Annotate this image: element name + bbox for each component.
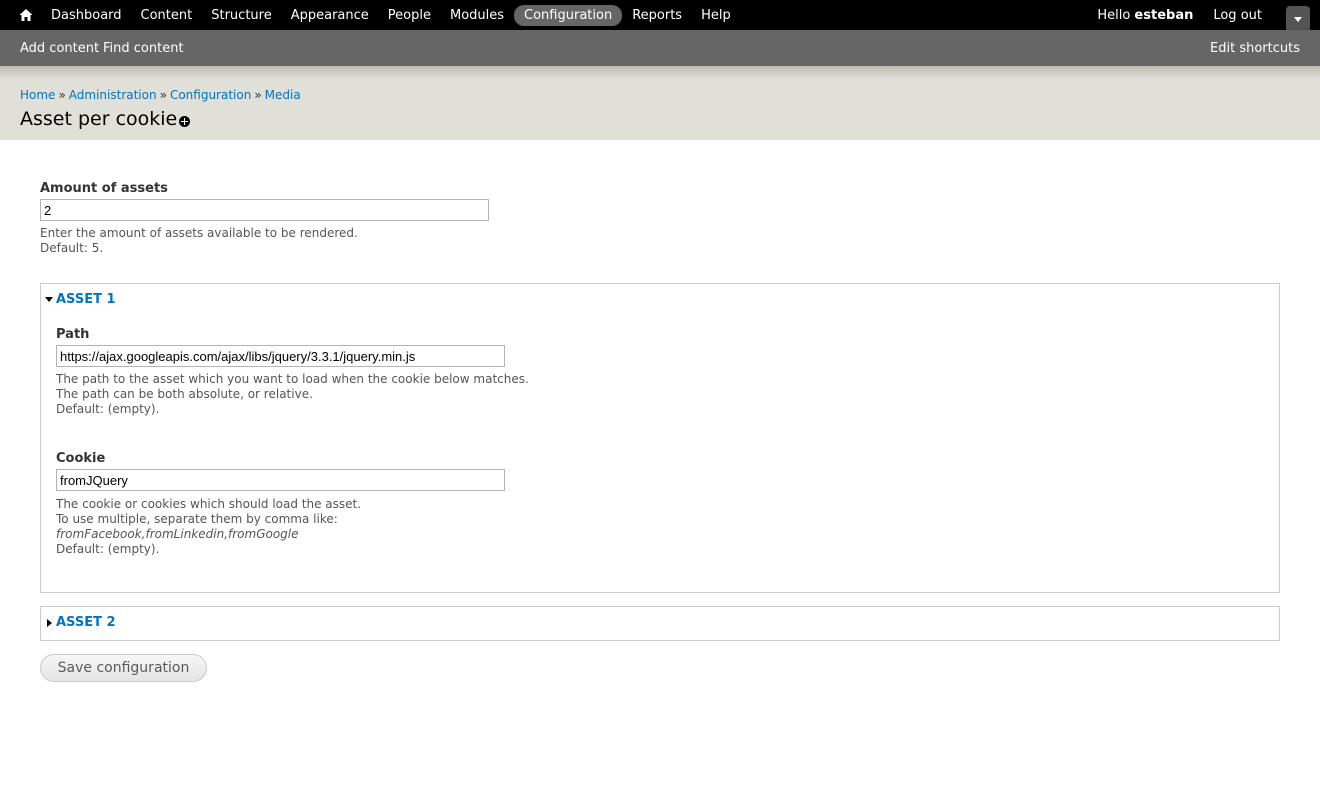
amount-description: Enter the amount of assets available to … — [40, 226, 358, 256]
username[interactable]: esteban — [1134, 8, 1193, 23]
toolbar-item-structure[interactable]: Structure — [202, 5, 280, 26]
user-greeting: Hello esteban — [1097, 8, 1193, 23]
path-description-line: The path can be both absolute, or relati… — [56, 387, 313, 401]
path-input[interactable] — [56, 345, 505, 367]
cookie-label: Cookie — [56, 451, 106, 466]
breadcrumb-separator: » — [254, 88, 262, 102]
breadcrumb-home[interactable]: Home — [20, 88, 55, 102]
breadcrumb-separator: » — [159, 88, 167, 102]
path-label: Path — [56, 327, 90, 342]
breadcrumb: Home» Administration» Configuration» Media — [20, 88, 301, 102]
toolbar-user: Hello esteban Log out — [1097, 0, 1262, 30]
admin-toolbar: Dashboard Content Structure Appearance P… — [0, 0, 1320, 30]
asset-1-title[interactable]: Asset 1 — [56, 292, 116, 307]
toolbar-menu: Dashboard Content Structure Appearance P… — [42, 0, 741, 30]
save-configuration-button[interactable]: Save configuration — [40, 654, 207, 682]
asset-1-fieldset: Asset 1 Path The path to the asset which… — [40, 283, 1280, 593]
path-description-line: The path to the asset which you want to … — [56, 372, 529, 386]
toolbar-item-appearance[interactable]: Appearance — [282, 5, 378, 26]
toolbar-item-configuration[interactable]: Configuration — [514, 4, 623, 26]
page-title: Asset per cookie — [20, 108, 178, 130]
amount-label: Amount of assets — [40, 181, 168, 196]
caret-right-icon — [47, 618, 52, 627]
cookie-default: Default: (empty). — [56, 542, 160, 556]
cookie-description: The cookie or cookies which should load … — [56, 497, 361, 557]
toolbar-item-reports[interactable]: Reports — [623, 5, 691, 26]
asset-2-legend[interactable]: Asset 2 — [45, 615, 116, 630]
toolbar-item-dashboard[interactable]: Dashboard — [42, 5, 131, 26]
toolbar-item-content[interactable]: Content — [132, 5, 202, 26]
amount-input[interactable] — [40, 199, 489, 221]
shortcuts-bar: Add content Find content Edit shortcuts — [0, 30, 1320, 66]
caret-down-icon — [45, 297, 53, 302]
breadcrumb-configuration[interactable]: Configuration — [170, 88, 251, 102]
path-default: Default: (empty). — [56, 402, 160, 416]
path-description: The path to the asset which you want to … — [56, 372, 529, 417]
asset-1-legend[interactable]: Asset 1 — [45, 292, 116, 307]
page-header: Home» Administration» Configuration» Media … — [0, 66, 1320, 140]
cookie-description-line: The cookie or cookies which should load … — [56, 497, 362, 511]
cookie-input[interactable] — [56, 469, 505, 491]
amount-default: Default: 5. — [40, 241, 104, 255]
asset-2-title[interactable]: Asset 2 — [56, 615, 116, 630]
shortcuts-toggle-button[interactable] — [1286, 6, 1310, 30]
edit-shortcuts-link[interactable]: Edit shortcuts — [1210, 41, 1300, 56]
amount-description-line: Enter the amount of assets available to … — [40, 226, 358, 240]
toolbar-item-help[interactable]: Help — [692, 5, 740, 26]
greeting-text: Hello — [1097, 7, 1131, 23]
asset-2-fieldset: Asset 2 — [40, 606, 1280, 641]
logout-link[interactable]: Log out — [1213, 8, 1262, 23]
shortcut-find-content[interactable]: Find content — [103, 41, 184, 56]
cookie-example: fromFacebook,fromLinkedin,fromGoogle — [56, 527, 299, 541]
breadcrumb-administration[interactable]: Administration — [69, 88, 157, 102]
cookie-description-line: To use multiple, separate them by comma … — [56, 512, 338, 526]
home-icon[interactable] — [16, 5, 36, 25]
shortcut-add-content[interactable]: Add content — [20, 41, 99, 56]
toolbar-item-people[interactable]: People — [379, 5, 440, 26]
add-shortcut-icon[interactable] — [179, 116, 190, 127]
toolbar-item-modules[interactable]: Modules — [441, 5, 513, 26]
breadcrumb-media[interactable]: Media — [265, 88, 301, 102]
breadcrumb-separator: » — [58, 88, 66, 102]
